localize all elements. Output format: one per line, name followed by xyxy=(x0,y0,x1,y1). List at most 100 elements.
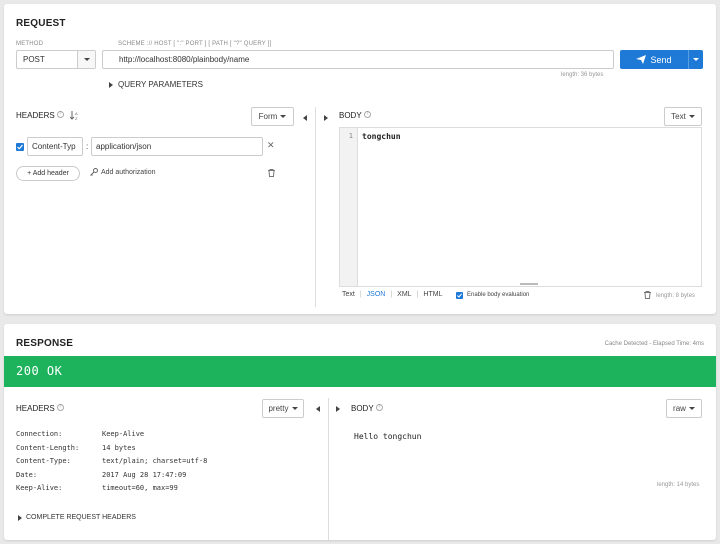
header-name-value: Content-Typ xyxy=(32,142,76,151)
chevron-right-icon xyxy=(109,81,113,88)
method-value: POST xyxy=(23,55,45,64)
response-body-title: BODY? xyxy=(351,404,383,413)
body-length: length: 8 bytes xyxy=(656,293,696,299)
request-divider xyxy=(315,107,316,307)
tab-text[interactable]: Text xyxy=(342,291,355,298)
add-authorization-label: Add authorization xyxy=(101,168,156,176)
line-number: 1 xyxy=(348,132,353,140)
enable-body-evaluation-label: Enable body evaluation xyxy=(467,292,530,298)
response-header-value: 2017 Aug 28 17:47:09 xyxy=(102,471,187,479)
headers-title-text: HEADERS xyxy=(16,111,55,120)
request-title: REQUEST xyxy=(16,18,66,29)
chevron-right-icon xyxy=(18,514,22,521)
response-body-mode-value: raw xyxy=(673,404,686,413)
response-header-key: Connection: xyxy=(16,430,63,438)
send-options-toggle[interactable] xyxy=(688,50,703,69)
status-bar: 200 OK xyxy=(4,356,716,387)
collapse-left-icon[interactable] xyxy=(303,114,307,123)
tab-json[interactable]: JSON xyxy=(367,291,386,298)
response-header-key: Keep-Alive: xyxy=(16,484,63,492)
request-headers-title: HEADERS? AZ xyxy=(16,111,79,121)
chevron-down-icon xyxy=(688,115,695,118)
resize-handle[interactable] xyxy=(520,283,538,285)
complete-request-headers-label: COMPLETE REQUEST HEADERS xyxy=(26,514,136,521)
svg-text:Z: Z xyxy=(75,116,78,120)
query-parameters-label: QUERY PARAMETERS xyxy=(118,80,203,89)
method-select[interactable]: POST xyxy=(16,50,96,69)
response-header-key: Content-Type: xyxy=(16,457,71,465)
complete-request-headers-toggle[interactable]: COMPLETE REQUEST HEADERS xyxy=(18,514,136,521)
add-header-button[interactable]: + Add header xyxy=(16,166,80,181)
sort-icon[interactable]: AZ xyxy=(69,111,79,121)
collapse-right-icon[interactable] xyxy=(324,114,328,123)
tab-html[interactable]: HTML xyxy=(423,291,442,298)
response-headers-title-text: HEADERS xyxy=(16,404,55,413)
response-header-value: Keep-Alive xyxy=(102,430,145,438)
chevron-down-icon xyxy=(280,115,287,118)
response-divider xyxy=(328,398,329,540)
paper-plane-icon xyxy=(636,55,647,64)
line-gutter: 1 xyxy=(340,128,358,286)
response-headers-mode-value: pretty xyxy=(268,404,289,413)
add-header-label: + Add header xyxy=(27,170,69,177)
request-panel: REQUEST METHOD POST SCHEME :// HOST [ ":… xyxy=(4,4,716,314)
collapse-right-icon[interactable] xyxy=(336,405,340,414)
body-editor[interactable]: 1 tongchun xyxy=(339,127,702,287)
chevron-down-icon xyxy=(693,58,699,61)
headers-mode-select[interactable]: Form xyxy=(251,107,294,126)
method-label: METHOD xyxy=(16,41,44,47)
response-body-title-text: BODY xyxy=(351,404,374,413)
response-headers-title: HEADERS? xyxy=(16,404,64,413)
body-format-tabs: Text | JSON | XML | HTML xyxy=(342,291,443,298)
request-body-title: BODY? xyxy=(339,111,371,120)
url-label: SCHEME :// HOST [ ":" PORT ] [ PATH [ "?… xyxy=(118,41,272,47)
body-format-select[interactable]: Text xyxy=(664,107,702,126)
remove-header-icon[interactable]: ✕ xyxy=(267,140,275,151)
header-enabled-checkbox[interactable] xyxy=(16,143,24,151)
chevron-down-icon xyxy=(83,58,90,61)
header-value-input[interactable]: application/json xyxy=(91,137,263,156)
trash-icon[interactable] xyxy=(644,291,651,301)
response-header-key: Date: xyxy=(16,471,38,479)
header-name-input[interactable]: Content-Typ xyxy=(27,137,83,156)
response-title: RESPONSE xyxy=(16,338,74,349)
help-icon[interactable]: ? xyxy=(375,404,383,411)
send-button[interactable]: Send xyxy=(620,50,688,69)
chevron-down-icon xyxy=(291,407,298,410)
collapse-left-icon[interactable] xyxy=(316,405,320,414)
header-value-value: application/json xyxy=(96,142,152,151)
response-headers-mode-select[interactable]: pretty xyxy=(262,399,304,418)
response-header-value: text/plain; charset=utf-8 xyxy=(102,457,208,465)
response-meta: Cache Detected - Elapsed Time: 4ms xyxy=(604,341,704,347)
header-separator: : xyxy=(86,142,89,151)
body-title-text: BODY xyxy=(339,111,362,120)
key-icon xyxy=(90,168,98,176)
response-header-value: timeout=60, max=99 xyxy=(102,484,178,492)
enable-body-evaluation-checkbox[interactable] xyxy=(456,292,463,299)
response-header-key: Content-Length: xyxy=(16,444,80,452)
response-body-content: Hello tongchun xyxy=(354,432,422,441)
body-format-value: Text xyxy=(671,112,686,121)
query-parameters-toggle[interactable]: QUERY PARAMETERS xyxy=(109,80,203,89)
help-icon[interactable]: ? xyxy=(363,111,371,118)
response-body-length: length: 14 bytes xyxy=(657,482,700,488)
check-icon xyxy=(17,144,23,150)
url-input[interactable]: http://localhost:8080/plainbody/name xyxy=(102,50,614,69)
check-icon xyxy=(457,293,462,298)
response-panel: RESPONSE Cache Detected - Elapsed Time: … xyxy=(4,324,716,540)
chevron-down-icon xyxy=(688,407,695,410)
url-value: http://localhost:8080/plainbody/name xyxy=(119,55,250,64)
body-content[interactable]: tongchun xyxy=(362,132,401,141)
send-label: Send xyxy=(650,54,672,65)
response-body-mode-select[interactable]: raw xyxy=(666,399,702,418)
add-authorization-link[interactable]: Add authorization xyxy=(90,168,155,176)
status-text: 200 OK xyxy=(16,364,63,378)
url-length: length: 36 bytes xyxy=(561,72,604,78)
help-icon[interactable]: ? xyxy=(56,404,64,411)
method-dropdown-toggle[interactable] xyxy=(77,51,95,68)
response-header-value: 14 bytes xyxy=(102,444,136,452)
tab-xml[interactable]: XML xyxy=(397,291,411,298)
help-icon[interactable]: ? xyxy=(56,111,64,118)
trash-icon[interactable] xyxy=(268,169,275,179)
headers-mode-value: Form xyxy=(258,112,278,121)
